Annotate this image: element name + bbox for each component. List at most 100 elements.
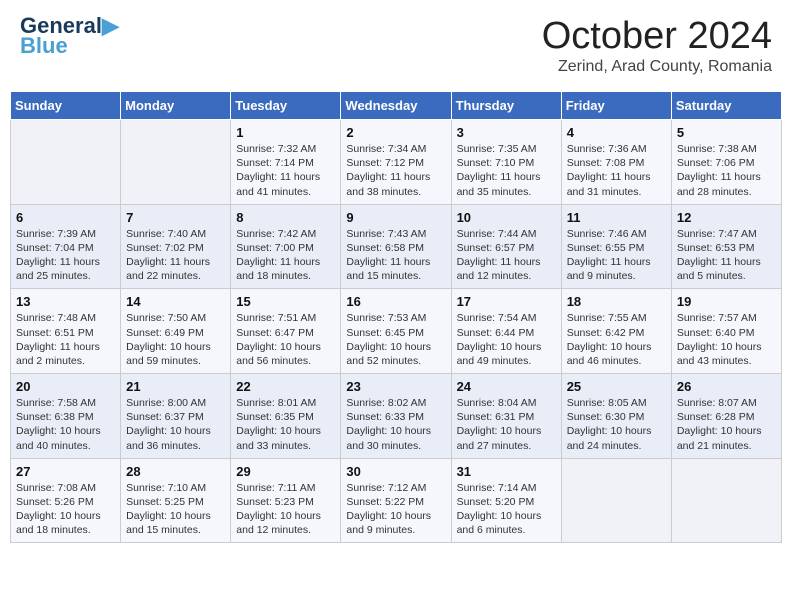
calendar-cell: 16 Sunrise: 7:53 AM Sunset: 6:45 PM Dayl… [341, 289, 451, 374]
day-info: Sunrise: 7:43 AM Sunset: 6:58 PM Dayligh… [346, 227, 445, 284]
day-number: 17 [457, 294, 556, 309]
sunset-text: Sunset: 6:51 PM [16, 327, 94, 339]
daylight-text: Daylight: 11 hours and 38 minutes. [346, 171, 430, 197]
day-number: 2 [346, 125, 445, 140]
sunset-text: Sunset: 6:33 PM [346, 411, 424, 423]
calendar-cell: 21 Sunrise: 8:00 AM Sunset: 6:37 PM Dayl… [121, 374, 231, 459]
calendar-cell: 13 Sunrise: 7:48 AM Sunset: 6:51 PM Dayl… [11, 289, 121, 374]
sunrise-text: Sunrise: 8:02 AM [346, 397, 426, 409]
sunset-text: Sunset: 7:00 PM [236, 242, 314, 254]
day-number: 8 [236, 210, 335, 225]
sunset-text: Sunset: 6:53 PM [677, 242, 755, 254]
calendar-cell [561, 458, 671, 543]
sunset-text: Sunset: 6:37 PM [126, 411, 204, 423]
header-day-sunday: Sunday [11, 92, 121, 120]
header-day-thursday: Thursday [451, 92, 561, 120]
calendar-cell: 24 Sunrise: 8:04 AM Sunset: 6:31 PM Dayl… [451, 374, 561, 459]
day-number: 18 [567, 294, 666, 309]
sunrise-text: Sunrise: 8:04 AM [457, 397, 537, 409]
calendar-cell: 28 Sunrise: 7:10 AM Sunset: 5:25 PM Dayl… [121, 458, 231, 543]
sunset-text: Sunset: 5:26 PM [16, 496, 94, 508]
day-number: 15 [236, 294, 335, 309]
day-info: Sunrise: 7:36 AM Sunset: 7:08 PM Dayligh… [567, 142, 666, 199]
day-info: Sunrise: 7:38 AM Sunset: 7:06 PM Dayligh… [677, 142, 776, 199]
day-info: Sunrise: 7:48 AM Sunset: 6:51 PM Dayligh… [16, 311, 115, 368]
sunrise-text: Sunrise: 7:46 AM [567, 228, 647, 240]
sunset-text: Sunset: 6:57 PM [457, 242, 535, 254]
daylight-text: Daylight: 10 hours and 18 minutes. [16, 510, 101, 536]
daylight-text: Daylight: 11 hours and 2 minutes. [16, 341, 100, 367]
sunrise-text: Sunrise: 7:32 AM [236, 143, 316, 155]
sunrise-text: Sunrise: 7:54 AM [457, 312, 537, 324]
day-number: 28 [126, 464, 225, 479]
day-number: 29 [236, 464, 335, 479]
sunset-text: Sunset: 7:02 PM [126, 242, 204, 254]
calendar-cell: 22 Sunrise: 8:01 AM Sunset: 6:35 PM Dayl… [231, 374, 341, 459]
day-number: 4 [567, 125, 666, 140]
day-info: Sunrise: 7:54 AM Sunset: 6:44 PM Dayligh… [457, 311, 556, 368]
week-row-4: 20 Sunrise: 7:58 AM Sunset: 6:38 PM Dayl… [11, 374, 782, 459]
calendar-cell: 2 Sunrise: 7:34 AM Sunset: 7:12 PM Dayli… [341, 120, 451, 205]
day-number: 1 [236, 125, 335, 140]
week-row-3: 13 Sunrise: 7:48 AM Sunset: 6:51 PM Dayl… [11, 289, 782, 374]
sunset-text: Sunset: 6:47 PM [236, 327, 314, 339]
daylight-text: Daylight: 10 hours and 33 minutes. [236, 425, 321, 451]
daylight-text: Daylight: 10 hours and 30 minutes. [346, 425, 431, 451]
daylight-text: Daylight: 10 hours and 21 minutes. [677, 425, 762, 451]
sunrise-text: Sunrise: 8:01 AM [236, 397, 316, 409]
sunrise-text: Sunrise: 7:51 AM [236, 312, 316, 324]
header-day-saturday: Saturday [671, 92, 781, 120]
calendar-cell: 25 Sunrise: 8:05 AM Sunset: 6:30 PM Dayl… [561, 374, 671, 459]
sunset-text: Sunset: 6:45 PM [346, 327, 424, 339]
daylight-text: Daylight: 11 hours and 25 minutes. [16, 256, 100, 282]
day-info: Sunrise: 7:42 AM Sunset: 7:00 PM Dayligh… [236, 227, 335, 284]
daylight-text: Daylight: 10 hours and 59 minutes. [126, 341, 211, 367]
daylight-text: Daylight: 11 hours and 12 minutes. [457, 256, 541, 282]
daylight-text: Daylight: 11 hours and 9 minutes. [567, 256, 651, 282]
sunset-text: Sunset: 5:23 PM [236, 496, 314, 508]
calendar-cell: 23 Sunrise: 8:02 AM Sunset: 6:33 PM Dayl… [341, 374, 451, 459]
day-info: Sunrise: 7:08 AM Sunset: 5:26 PM Dayligh… [16, 481, 115, 538]
week-row-1: 1 Sunrise: 7:32 AM Sunset: 7:14 PM Dayli… [11, 120, 782, 205]
calendar-cell: 9 Sunrise: 7:43 AM Sunset: 6:58 PM Dayli… [341, 204, 451, 289]
day-info: Sunrise: 7:39 AM Sunset: 7:04 PM Dayligh… [16, 227, 115, 284]
daylight-text: Daylight: 11 hours and 35 minutes. [457, 171, 541, 197]
daylight-text: Daylight: 10 hours and 27 minutes. [457, 425, 542, 451]
header-day-friday: Friday [561, 92, 671, 120]
header-day-monday: Monday [121, 92, 231, 120]
daylight-text: Daylight: 11 hours and 5 minutes. [677, 256, 761, 282]
day-number: 25 [567, 379, 666, 394]
calendar-cell [121, 120, 231, 205]
day-number: 24 [457, 379, 556, 394]
calendar-cell: 26 Sunrise: 8:07 AM Sunset: 6:28 PM Dayl… [671, 374, 781, 459]
calendar-cell: 27 Sunrise: 7:08 AM Sunset: 5:26 PM Dayl… [11, 458, 121, 543]
daylight-text: Daylight: 10 hours and 52 minutes. [346, 341, 431, 367]
day-number: 30 [346, 464, 445, 479]
logo-blue: Blue [20, 33, 68, 59]
day-info: Sunrise: 7:12 AM Sunset: 5:22 PM Dayligh… [346, 481, 445, 538]
day-info: Sunrise: 7:35 AM Sunset: 7:10 PM Dayligh… [457, 142, 556, 199]
sunset-text: Sunset: 6:35 PM [236, 411, 314, 423]
calendar-cell [11, 120, 121, 205]
sunrise-text: Sunrise: 7:48 AM [16, 312, 96, 324]
sunrise-text: Sunrise: 7:50 AM [126, 312, 206, 324]
calendar-cell: 29 Sunrise: 7:11 AM Sunset: 5:23 PM Dayl… [231, 458, 341, 543]
day-number: 3 [457, 125, 556, 140]
sunset-text: Sunset: 6:40 PM [677, 327, 755, 339]
calendar-cell: 7 Sunrise: 7:40 AM Sunset: 7:02 PM Dayli… [121, 204, 231, 289]
day-info: Sunrise: 7:47 AM Sunset: 6:53 PM Dayligh… [677, 227, 776, 284]
sunrise-text: Sunrise: 7:42 AM [236, 228, 316, 240]
daylight-text: Daylight: 10 hours and 43 minutes. [677, 341, 762, 367]
sunrise-text: Sunrise: 7:53 AM [346, 312, 426, 324]
sunrise-text: Sunrise: 7:12 AM [346, 482, 426, 494]
sunrise-text: Sunrise: 7:57 AM [677, 312, 757, 324]
calendar-body: 1 Sunrise: 7:32 AM Sunset: 7:14 PM Dayli… [11, 120, 782, 543]
day-info: Sunrise: 7:58 AM Sunset: 6:38 PM Dayligh… [16, 396, 115, 453]
day-number: 20 [16, 379, 115, 394]
day-info: Sunrise: 8:04 AM Sunset: 6:31 PM Dayligh… [457, 396, 556, 453]
day-info: Sunrise: 7:14 AM Sunset: 5:20 PM Dayligh… [457, 481, 556, 538]
sunrise-text: Sunrise: 7:44 AM [457, 228, 537, 240]
day-info: Sunrise: 7:32 AM Sunset: 7:14 PM Dayligh… [236, 142, 335, 199]
day-info: Sunrise: 8:02 AM Sunset: 6:33 PM Dayligh… [346, 396, 445, 453]
sunrise-text: Sunrise: 8:07 AM [677, 397, 757, 409]
